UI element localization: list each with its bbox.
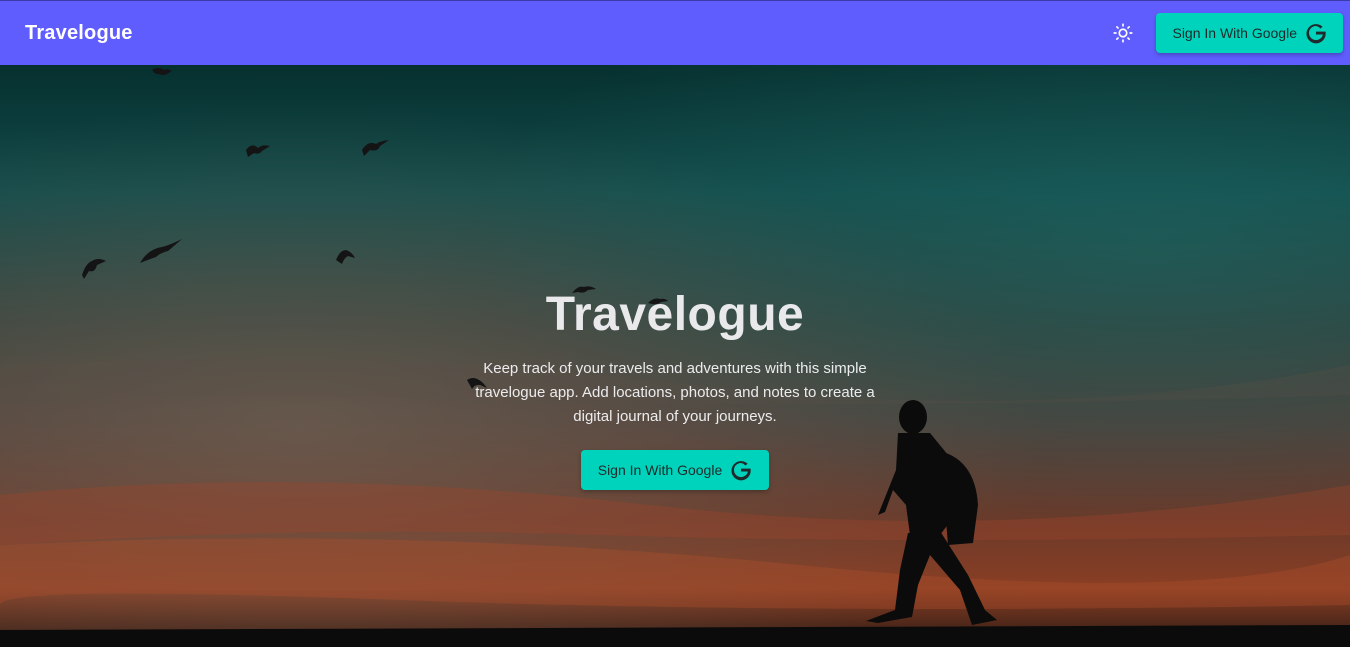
hero-description: Keep track of your travels and adventure… — [475, 360, 875, 425]
navbar-actions: Sign In With Google — [1108, 13, 1343, 53]
signin-label: Sign In With Google — [1172, 25, 1297, 41]
hero-content: Travelogue Keep track of your travels an… — [0, 283, 1350, 490]
theme-toggle-button[interactable] — [1108, 18, 1138, 48]
google-g-icon — [731, 461, 751, 481]
sun-icon — [1113, 23, 1134, 43]
signin-google-button[interactable]: Sign In With Google — [1156, 13, 1343, 53]
navbar: Travelogue Sign In With Google — [0, 0, 1350, 65]
google-g-icon — [1306, 24, 1326, 44]
brand-logo[interactable]: Travelogue — [25, 22, 133, 45]
hero-signin-label: Sign In With Google — [597, 462, 723, 478]
hero-section: Travelogue Keep track of your travels an… — [0, 65, 1350, 647]
hero-signin-google-button[interactable]: Sign In With Google — [580, 450, 770, 490]
hero-title: Travelogue — [545, 288, 805, 341]
